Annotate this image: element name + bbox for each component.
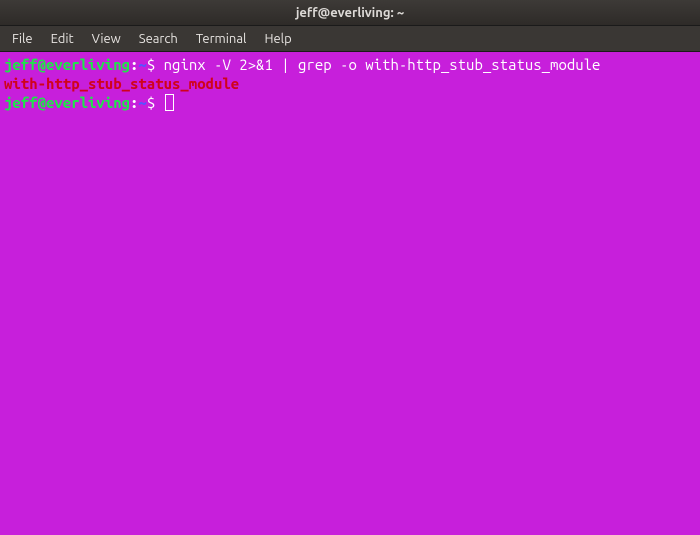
prompt-path: ~: [138, 56, 146, 73]
menu-terminal[interactable]: Terminal: [188, 29, 255, 49]
window-title: jeff@everliving: ~: [296, 6, 404, 20]
prompt-user: jeff@everliving: [4, 56, 130, 73]
prompt-path: ~: [138, 94, 146, 111]
terminal-area[interactable]: jeff@everliving:~$ nginx -V 2>&1 | grep …: [0, 52, 700, 535]
menu-edit[interactable]: Edit: [43, 29, 82, 49]
command-text: nginx -V 2>&1 | grep -o with-http_stub_s…: [164, 56, 601, 73]
cursor: [165, 94, 174, 111]
prompt-user: jeff@everliving: [4, 94, 130, 111]
prompt-dollar: $: [147, 94, 164, 111]
grep-output: with-http_stub_status_module: [4, 75, 239, 92]
menu-file[interactable]: File: [4, 29, 41, 49]
window-titlebar: jeff@everliving: ~: [0, 0, 700, 26]
menubar: File Edit View Search Terminal Help: [0, 26, 700, 52]
menu-search[interactable]: Search: [131, 29, 186, 49]
prompt-dollar: $: [147, 56, 164, 73]
menu-view[interactable]: View: [84, 29, 129, 49]
menu-help[interactable]: Help: [256, 29, 299, 49]
